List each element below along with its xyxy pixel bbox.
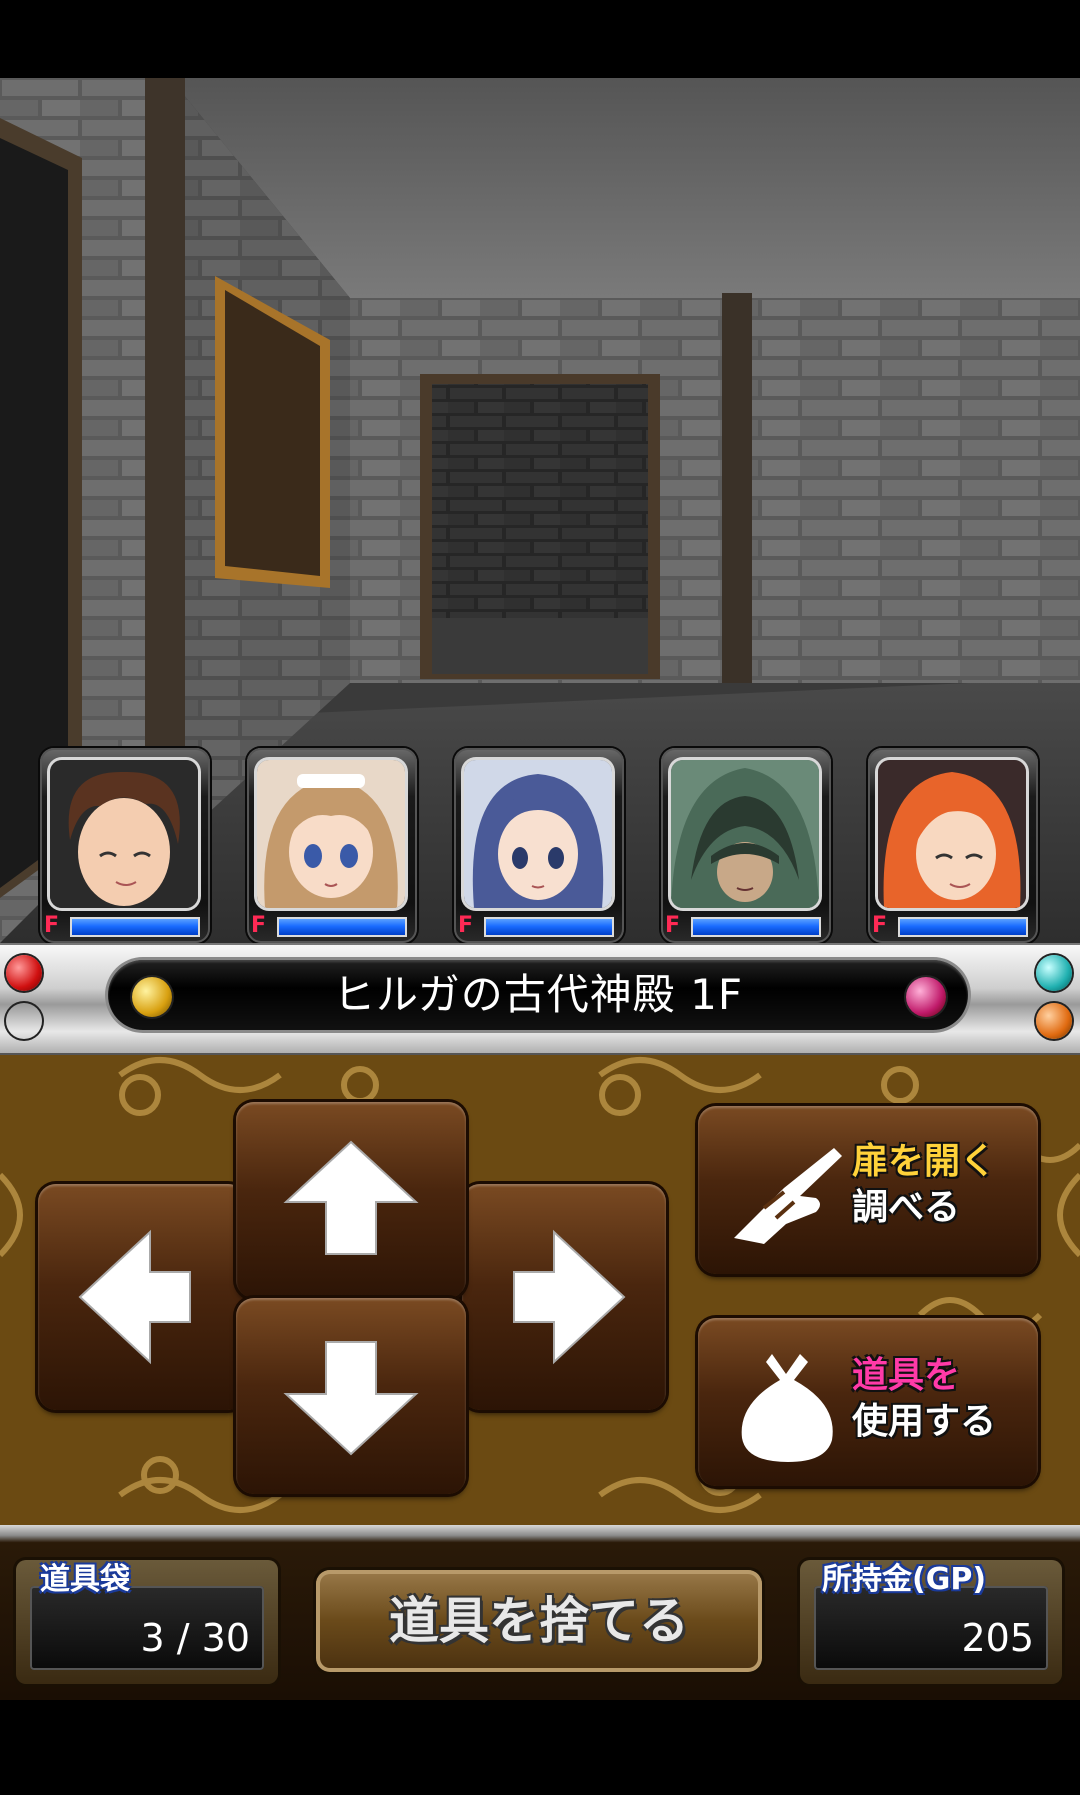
status-indicator: F — [872, 913, 888, 938]
move-left-button[interactable] — [38, 1184, 246, 1410]
portrait-orange-haired-woman — [878, 760, 1026, 908]
status-indicator: F — [44, 913, 60, 938]
discard-item-label: 道具を捨てる — [389, 1592, 689, 1650]
hp-bar-fill — [486, 919, 612, 935]
portrait-hooded-figure — [671, 760, 819, 908]
hp-bar-fill — [279, 919, 405, 935]
use-item-label-2: 使用する — [852, 1401, 997, 1442]
hp-bar — [70, 917, 200, 937]
move-right-button[interactable] — [462, 1184, 666, 1410]
status-indicator: F — [458, 913, 474, 938]
move-forward-button[interactable] — [236, 1102, 466, 1298]
portrait-brown-haired-boy — [50, 760, 198, 908]
open-door-label: 扉を開く — [852, 1141, 997, 1182]
gold-label: 所持金(GP) — [822, 1562, 987, 1597]
inventory-label: 道具袋 — [40, 1562, 130, 1597]
pointing-hand-icon — [724, 1128, 844, 1252]
party-member-3[interactable]: F — [454, 748, 624, 943]
item-bag-icon — [728, 1344, 848, 1468]
location-name: ヒルガの古代神殿 1F — [333, 970, 743, 1019]
portrait-blue-haired-girl — [464, 760, 612, 908]
discard-item-button[interactable]: 道具を捨てる — [316, 1570, 762, 1672]
inventory-box[interactable]: 道具袋 3 / 30 — [16, 1560, 278, 1684]
party-member-2[interactable]: F — [247, 748, 417, 943]
examine-label: 調べる — [852, 1187, 961, 1228]
party-member-4[interactable]: F — [661, 748, 831, 943]
cyan-gem-icon — [1036, 955, 1072, 991]
hp-bar — [691, 917, 821, 937]
gold-box: 所持金(GP) 205 — [800, 1560, 1062, 1684]
hp-bar-fill — [72, 919, 198, 935]
red-gem-icon — [6, 955, 42, 991]
status-indicator: F — [251, 913, 267, 938]
orange-gem-icon — [1036, 1003, 1072, 1039]
hp-bar — [484, 917, 614, 937]
use-item-button[interactable]: 道具を 使用する — [698, 1318, 1038, 1486]
inventory-count: 3 / 30 — [140, 1616, 251, 1660]
hp-bar — [898, 917, 1028, 937]
gold-amount: 205 — [961, 1616, 1034, 1660]
open-door-button[interactable]: 扉を開く 調べる — [698, 1106, 1038, 1274]
party-member-1[interactable]: F — [40, 748, 210, 943]
status-indicator: F — [665, 913, 681, 938]
use-item-label: 道具を — [852, 1355, 961, 1396]
hp-bar-fill — [693, 919, 819, 935]
party-member-5[interactable]: F — [868, 748, 1038, 943]
hp-bar-fill — [900, 919, 1026, 935]
green-gem-icon — [6, 1003, 42, 1039]
portrait-maid-girl — [257, 760, 405, 908]
hp-bar — [277, 917, 407, 937]
move-backward-button[interactable] — [236, 1298, 466, 1494]
